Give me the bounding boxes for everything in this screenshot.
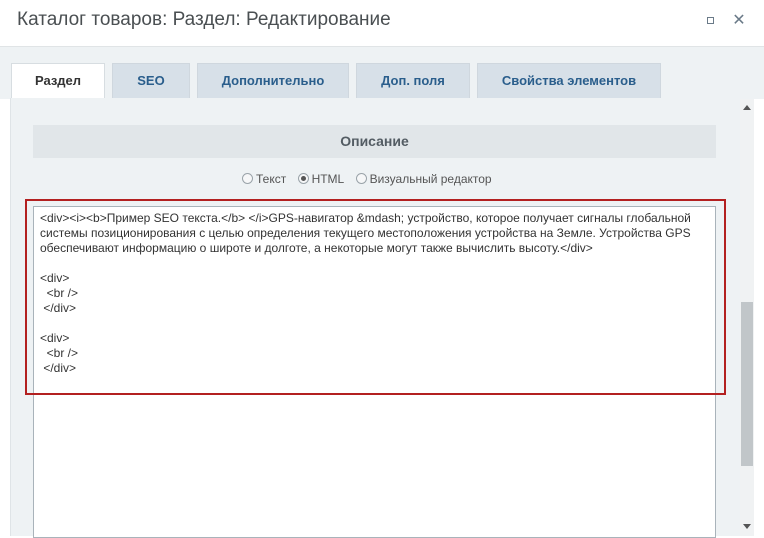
- close-icon: ✕: [732, 12, 746, 29]
- radio-text[interactable]: [242, 173, 253, 184]
- mode-html-option[interactable]: HTML: [297, 172, 345, 186]
- mode-visual-option[interactable]: Визуальный редактор: [355, 172, 492, 186]
- mode-text-option[interactable]: Текст: [242, 172, 286, 186]
- scroll-thumb[interactable]: [741, 302, 753, 466]
- html-description-textarea[interactable]: <div><i><b>Пример SEO текста.</b> </i>GP…: [33, 206, 716, 538]
- maximize-button[interactable]: [704, 14, 718, 28]
- editor-mode-selector: Текст HTML Визуальный редактор: [242, 172, 500, 192]
- description-section-header: Описание: [33, 125, 716, 158]
- mode-html-label: HTML: [311, 172, 345, 186]
- maximize-icon: [707, 17, 714, 24]
- tab-strip: Раздел SEO Дополнительно Доп. поля Свойс…: [0, 47, 764, 100]
- scroll-down-arrow-icon[interactable]: [743, 524, 751, 529]
- window-titlebar: Каталог товаров: Раздел: Редактирование …: [0, 0, 764, 47]
- tab-section[interactable]: Раздел: [11, 63, 105, 100]
- window-title: Каталог товаров: Раздел: Редактирование: [17, 9, 391, 30]
- tab-extra-fields[interactable]: Доп. поля: [356, 63, 470, 98]
- close-button[interactable]: ✕: [732, 12, 746, 29]
- radio-visual[interactable]: [355, 173, 367, 184]
- tab-element-properties[interactable]: Свойства элементов: [477, 63, 661, 98]
- scroll-up-arrow-icon[interactable]: [743, 105, 751, 110]
- tab-additional[interactable]: Дополнительно: [197, 63, 349, 98]
- tab-seo[interactable]: SEO: [112, 63, 190, 98]
- scrollbar[interactable]: [740, 99, 754, 536]
- mode-text-label: Текст: [256, 172, 287, 186]
- mode-visual-label: Визуальный редактор: [369, 172, 492, 186]
- radio-html[interactable]: [297, 173, 309, 184]
